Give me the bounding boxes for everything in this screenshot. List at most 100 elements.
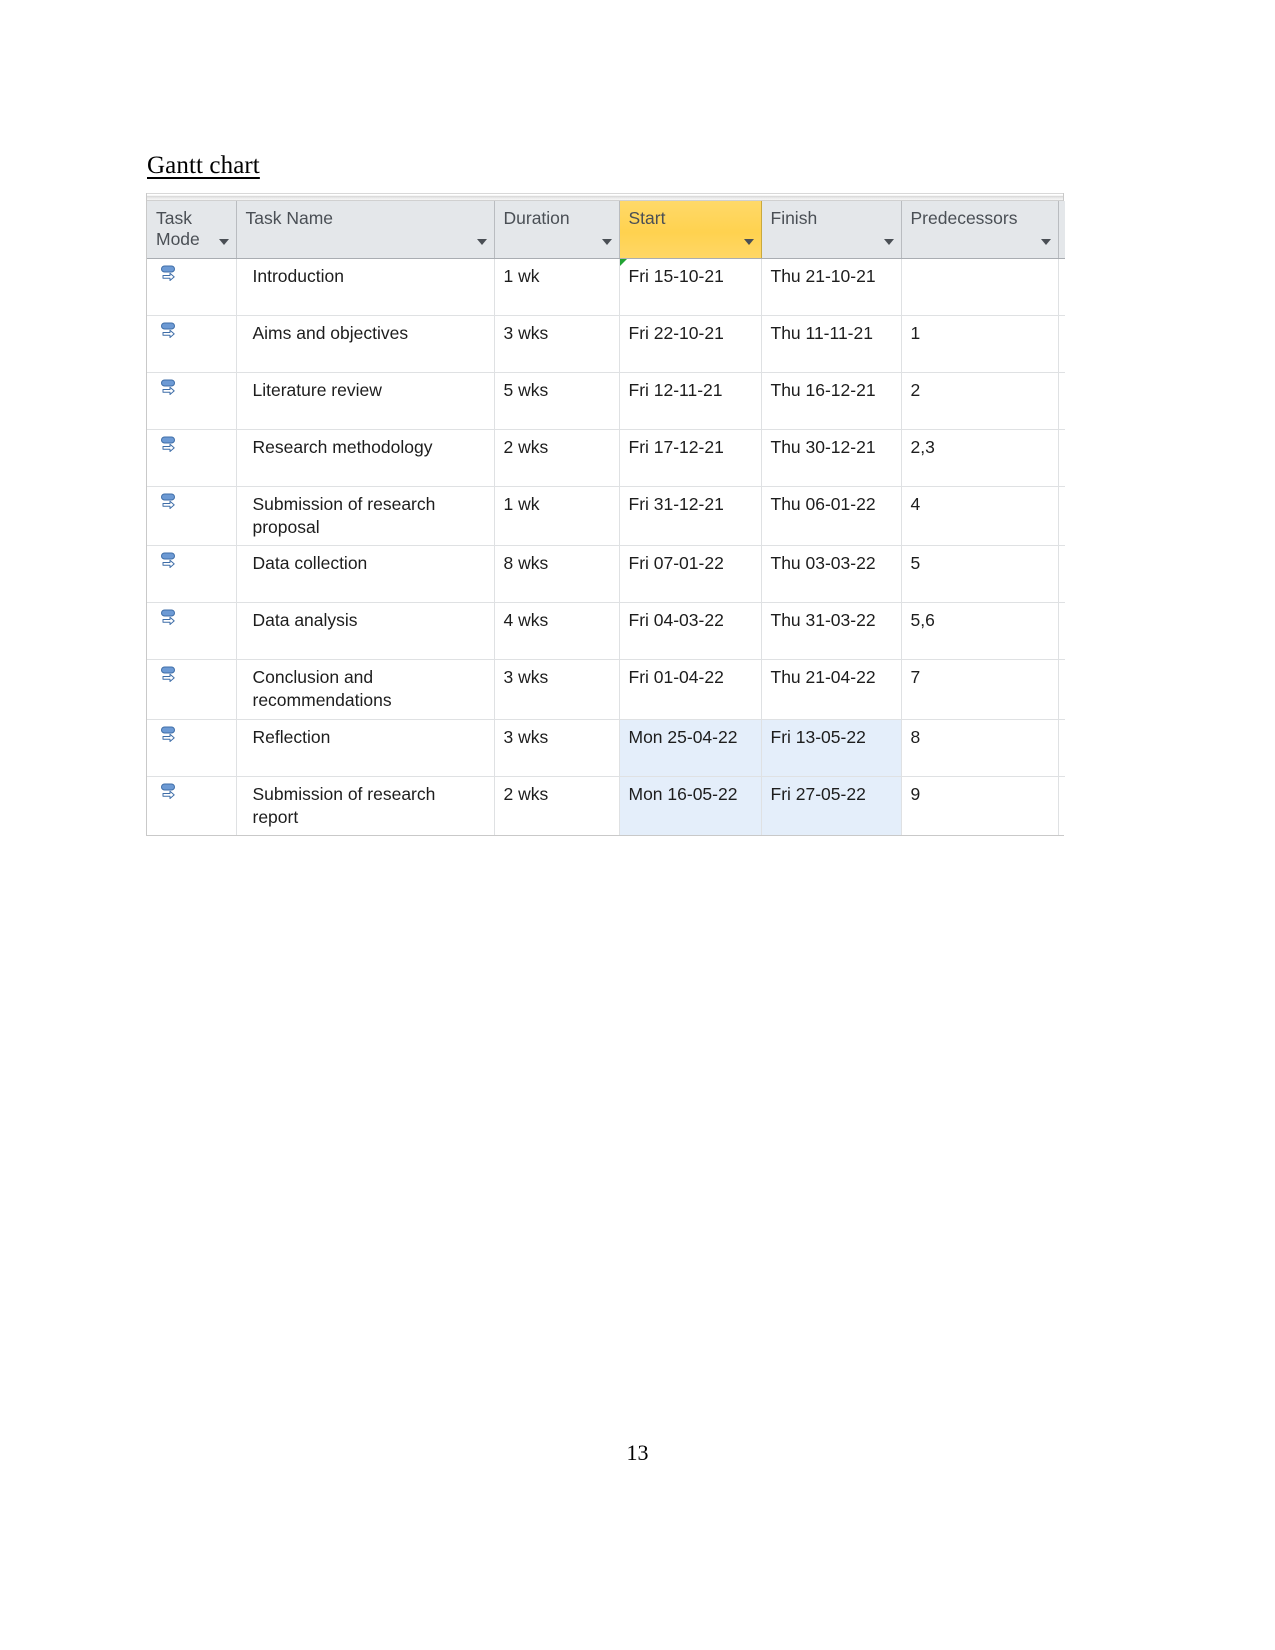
cell-task-name[interactable]: Aims and objectives bbox=[236, 315, 495, 373]
cell-truncated[interactable] bbox=[1058, 659, 1065, 720]
cell-task-mode[interactable] bbox=[147, 486, 237, 547]
chevron-down-icon[interactable] bbox=[218, 238, 229, 245]
chevron-down-icon[interactable] bbox=[601, 238, 612, 245]
column-header-task-name[interactable]: Task Name bbox=[236, 201, 495, 259]
chevron-down-icon[interactable] bbox=[743, 238, 754, 245]
cell-truncated[interactable] bbox=[1058, 429, 1065, 487]
column-header-task-mode[interactable]: Task Mode bbox=[147, 201, 237, 259]
cell-duration[interactable]: 2 wks bbox=[494, 429, 620, 487]
column-header-finish[interactable]: Finish bbox=[761, 201, 902, 259]
cell-predecessors[interactable]: 8 bbox=[901, 719, 1059, 777]
table-row[interactable]: Submission of research report 2 wks Mon 16… bbox=[147, 776, 1065, 836]
cell-duration[interactable]: 3 wks bbox=[494, 315, 620, 373]
cell-start-date[interactable]: Mon 25-04-22 bbox=[619, 719, 762, 777]
table-row[interactable]: Aims and objectives 3 wks Fri 22-10-21 Thu … bbox=[147, 315, 1065, 373]
cell-truncated[interactable] bbox=[1058, 602, 1065, 661]
cell-finish-date[interactable]: Thu 21-10-21 bbox=[761, 258, 902, 316]
cell-duration[interactable]: 1 wk bbox=[494, 258, 620, 316]
table-row[interactable]: Research methodology 2 wks Fri 17-12-21 Thu… bbox=[147, 429, 1065, 487]
cell-task-mode[interactable] bbox=[147, 545, 237, 604]
cell-truncated[interactable] bbox=[1058, 776, 1065, 836]
cell-finish-date[interactable]: Thu 31-03-22 bbox=[761, 602, 902, 661]
cell-start-date[interactable]: Fri 17-12-21 bbox=[619, 429, 762, 487]
cell-start-date[interactable]: Fri 22-10-21 bbox=[619, 315, 762, 373]
cell-predecessors[interactable]: 4 bbox=[901, 486, 1059, 547]
cell-duration[interactable]: 2 wks bbox=[494, 776, 620, 836]
cell-truncated[interactable] bbox=[1058, 258, 1065, 316]
cell-finish-date[interactable]: Fri 13-05-22 bbox=[761, 719, 902, 777]
cell-predecessors[interactable]: 9 bbox=[901, 776, 1059, 836]
cell-finish-date[interactable]: Thu 16-12-21 bbox=[761, 372, 902, 430]
cell-task-name[interactable]: Research methodology bbox=[236, 429, 495, 487]
cell-truncated[interactable] bbox=[1058, 545, 1065, 604]
cell-start-date[interactable]: Fri 15-10-21 bbox=[619, 258, 762, 316]
auto-scheduled-icon bbox=[158, 781, 182, 805]
table-row[interactable]: Data collection 8 wks Fri 07-01-22 Thu 03-0… bbox=[147, 545, 1065, 604]
cell-task-mode[interactable] bbox=[147, 776, 237, 836]
cell-task-mode[interactable] bbox=[147, 372, 237, 430]
cell-predecessors[interactable]: 5,6 bbox=[901, 602, 1059, 661]
cell-predecessors[interactable]: 2,3 bbox=[901, 429, 1059, 487]
cell-predecessors[interactable] bbox=[901, 258, 1059, 316]
table-row[interactable]: Reflection 3 wks Mon 25-04-22 Fri 13-05-22 8 bbox=[147, 719, 1065, 777]
cell-duration[interactable]: 5 wks bbox=[494, 372, 620, 430]
cell-predecessors[interactable]: 2 bbox=[901, 372, 1059, 430]
cell-task-mode[interactable] bbox=[147, 602, 237, 661]
column-header-truncated[interactable] bbox=[1058, 201, 1065, 259]
cell-task-name[interactable]: Reflection bbox=[236, 719, 495, 777]
cell-finish-date[interactable]: Thu 06-01-22 bbox=[761, 486, 902, 547]
column-header-start[interactable]: Start bbox=[618, 201, 762, 259]
cell-task-mode[interactable] bbox=[147, 719, 237, 777]
cell-task-name[interactable]: Conclusion and recommendations bbox=[236, 659, 495, 720]
cell-finish-date[interactable]: Thu 03-03-22 bbox=[761, 545, 902, 604]
cell-duration[interactable]: 8 wks bbox=[494, 545, 620, 604]
table-row[interactable]: Conclusion and recommendations 3 wks Fri 0… bbox=[147, 659, 1065, 720]
cell-start-date[interactable]: Fri 07-01-22 bbox=[619, 545, 762, 604]
cell-task-name[interactable]: Submission of research proposal bbox=[236, 486, 495, 547]
cell-predecessors[interactable]: 5 bbox=[901, 545, 1059, 604]
cell-start-date[interactable]: Fri 04-03-22 bbox=[619, 602, 762, 661]
cell-task-mode[interactable] bbox=[147, 659, 237, 720]
cell-start-date[interactable]: Fri 01-04-22 bbox=[619, 659, 762, 720]
cell-task-mode[interactable] bbox=[147, 429, 237, 487]
column-header-finish-label: Finish bbox=[770, 208, 818, 228]
auto-scheduled-icon bbox=[158, 607, 182, 631]
cell-duration[interactable]: 4 wks bbox=[494, 602, 620, 661]
cell-start-date[interactable]: Fri 12-11-21 bbox=[619, 372, 762, 430]
cell-truncated[interactable] bbox=[1058, 315, 1065, 373]
column-header-predecessors-label: Predecessors bbox=[910, 208, 1018, 228]
cell-finish-date[interactable]: Fri 27-05-22 bbox=[761, 776, 902, 836]
cell-task-name[interactable]: Introduction bbox=[236, 258, 495, 316]
cell-truncated[interactable] bbox=[1058, 372, 1065, 430]
auto-scheduled-icon bbox=[158, 491, 182, 515]
column-header-duration[interactable]: Duration bbox=[494, 201, 620, 259]
cell-task-mode[interactable] bbox=[147, 258, 237, 316]
chevron-down-icon[interactable] bbox=[476, 238, 487, 245]
chevron-down-icon[interactable] bbox=[1040, 238, 1051, 245]
chevron-down-icon[interactable] bbox=[883, 238, 894, 245]
start-date-text: Fri 22-10-21 bbox=[628, 322, 724, 343]
cell-duration[interactable]: 3 wks bbox=[494, 659, 620, 720]
cell-task-name[interactable]: Submission of research report bbox=[236, 776, 495, 836]
cell-duration[interactable]: 3 wks bbox=[494, 719, 620, 777]
cell-task-name[interactable]: Data analysis bbox=[236, 602, 495, 661]
cell-truncated[interactable] bbox=[1058, 486, 1065, 547]
column-header-predecessors[interactable]: Predecessors bbox=[901, 201, 1059, 259]
cell-predecessors[interactable]: 7 bbox=[901, 659, 1059, 720]
cell-task-name[interactable]: Literature review bbox=[236, 372, 495, 430]
table-row[interactable]: Submission of research proposal 1 wk Fri 3… bbox=[147, 486, 1065, 547]
cell-finish-date[interactable]: Thu 21-04-22 bbox=[761, 659, 902, 720]
cell-truncated[interactable] bbox=[1058, 719, 1065, 777]
table-top-splitter-bar[interactable] bbox=[147, 193, 1063, 201]
cell-finish-date[interactable]: Thu 30-12-21 bbox=[761, 429, 902, 487]
cell-task-name[interactable]: Data collection bbox=[236, 545, 495, 604]
cell-start-date[interactable]: Mon 16-05-22 bbox=[619, 776, 762, 836]
table-row[interactable]: Introduction 1 wk Fri 15-10-21 Thu 21-10-21 bbox=[147, 258, 1065, 316]
table-row[interactable]: Data analysis 4 wks Fri 04-03-22 Thu 31-03-… bbox=[147, 602, 1065, 661]
cell-finish-date[interactable]: Thu 11-11-21 bbox=[761, 315, 902, 373]
cell-start-date[interactable]: Fri 31-12-21 bbox=[619, 486, 762, 547]
cell-duration[interactable]: 1 wk bbox=[494, 486, 620, 547]
table-row[interactable]: Literature review 5 wks Fri 12-11-21 Thu 16… bbox=[147, 372, 1065, 430]
cell-task-mode[interactable] bbox=[147, 315, 237, 373]
cell-predecessors[interactable]: 1 bbox=[901, 315, 1059, 373]
